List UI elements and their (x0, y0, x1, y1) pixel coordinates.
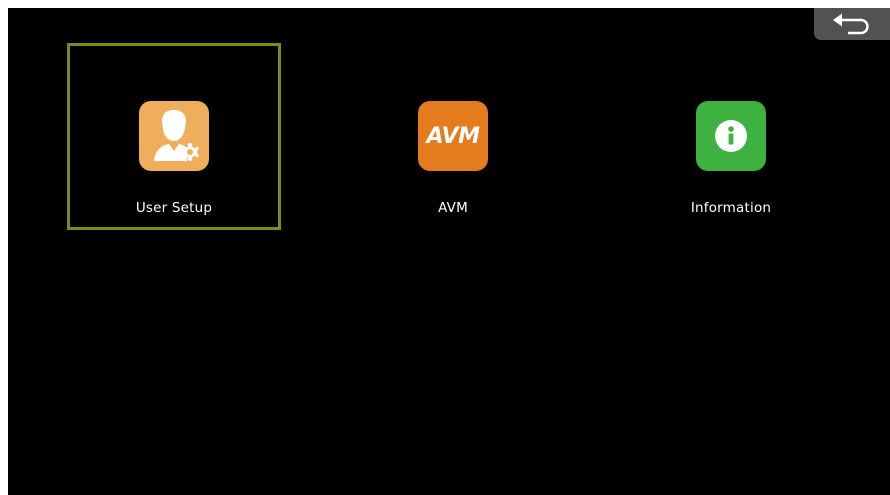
avm-icon: AVM (426, 123, 480, 149)
user-setup-tile (139, 101, 209, 171)
information-tile (696, 101, 766, 171)
avm-tile: AVM (418, 101, 488, 171)
user-settings-icon (154, 110, 199, 161)
menu-item-avm[interactable]: AVM AVM (346, 43, 560, 230)
back-button[interactable] (814, 8, 890, 40)
menu-item-label: AVM (438, 200, 468, 216)
menu-item-label: Information (690, 200, 772, 216)
menu-item-label: User Setup (135, 200, 213, 216)
menu-item-user-setup[interactable]: User Setup (67, 43, 281, 230)
back-arrow-icon (833, 13, 869, 35)
info-icon (715, 120, 747, 152)
menu-item-information[interactable]: Information (624, 43, 838, 230)
